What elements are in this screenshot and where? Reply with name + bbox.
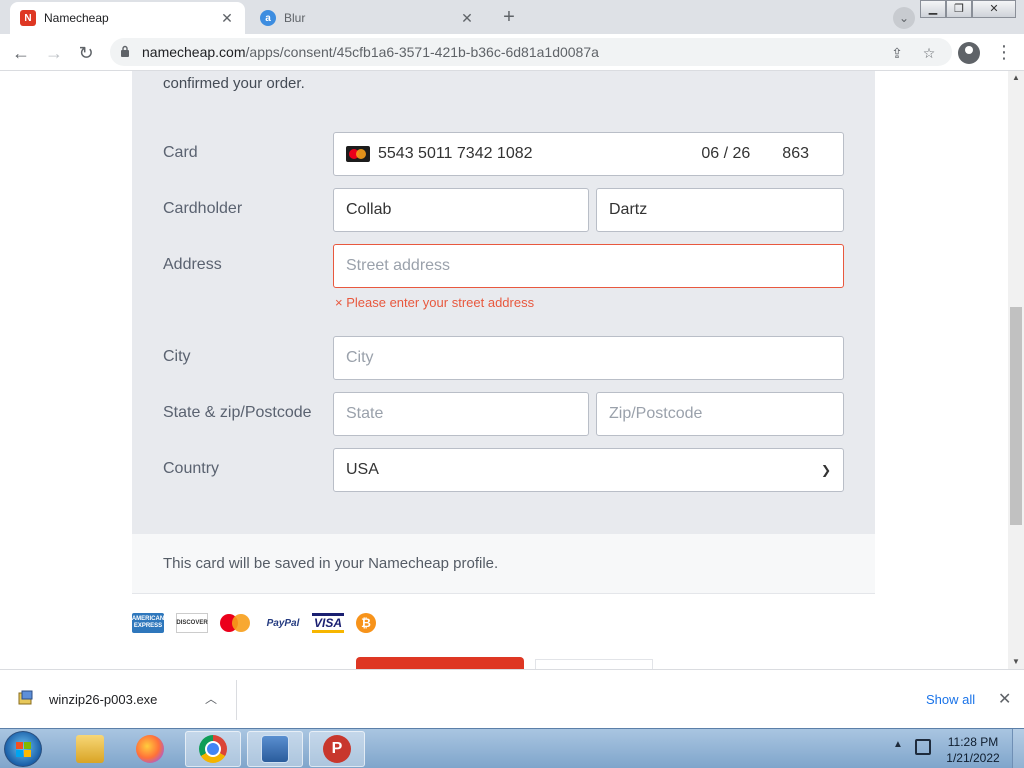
city-placeholder: City — [346, 349, 374, 366]
first-name-value: Collab — [346, 201, 392, 218]
paypal-icon: PayPal — [266, 617, 300, 629]
address-bar[interactable]: namecheap.com/apps/consent/45cfb1a6-3571… — [110, 38, 952, 66]
url-text: namecheap.com/apps/consent/45cfb1a6-3571… — [142, 44, 599, 60]
scrollbar-thumb[interactable] — [1010, 307, 1022, 525]
card-label: Card — [163, 144, 198, 161]
zip-input[interactable]: Zip/Postcode — [596, 392, 844, 436]
installer-file-icon — [18, 690, 33, 705]
remote-desktop-icon — [261, 735, 289, 763]
back-arrow-icon[interactable]: ← — [10, 42, 32, 64]
taskbar-chrome[interactable] — [185, 731, 241, 767]
tab-search-chevron-icon[interactable]: ⌄ — [893, 7, 915, 29]
taskbar-remote-desktop[interactable] — [247, 731, 303, 767]
tray-overflow-icon[interactable]: ▲ — [893, 739, 903, 750]
new-tab-button[interactable]: + — [496, 6, 522, 28]
country-label: Country — [163, 460, 220, 477]
browser-tab-strip: N Namecheap ✕ a Blur ✕ + ⌄ ▁ ❐ ✕ — [0, 0, 1024, 34]
card-number: 5543 5011 7342 1082 — [378, 145, 533, 162]
minimize-button[interactable]: ▁ — [920, 0, 946, 18]
last-name-input[interactable]: Dartz — [596, 188, 844, 232]
payment-form-panel: confirmed your order. Card 5543 5011 734… — [132, 71, 875, 534]
cardholder-label: Cardholder — [163, 200, 243, 217]
chevron-down-icon: ❯ — [820, 463, 831, 477]
window-controls: ▁ ❐ ✕ — [920, 0, 1016, 18]
save-card-note: This card will be saved in your Namechea… — [132, 534, 875, 594]
mastercard-logo-icon — [220, 613, 254, 633]
close-tab-icon[interactable]: ✕ — [459, 10, 475, 27]
close-shelf-icon[interactable]: ✕ — [998, 689, 1011, 709]
address-label: Address — [163, 256, 222, 273]
start-button[interactable] — [4, 731, 42, 767]
profile-avatar-icon[interactable] — [958, 42, 980, 64]
blur-favicon-icon: a — [260, 10, 276, 26]
folder-icon — [76, 735, 104, 763]
taskbar-explorer[interactable] — [62, 731, 118, 767]
bitcoin-icon: ₿ — [356, 613, 376, 633]
network-icon[interactable] — [915, 739, 931, 755]
tab-title: Blur — [284, 11, 306, 25]
save-card-note-text: This card will be saved in your Namechea… — [163, 555, 499, 572]
visa-icon: VISA — [312, 613, 344, 633]
last-name-value: Dartz — [609, 201, 648, 218]
taskbar-firefox[interactable] — [122, 731, 178, 767]
card-cvv: 863 — [782, 145, 809, 162]
order-confirmation-text: confirmed your order. — [163, 75, 305, 92]
windows-logo-icon — [16, 742, 31, 757]
state-zip-label: State & zip/Postcode — [163, 404, 312, 421]
share-icon[interactable]: ⇪ — [888, 44, 906, 62]
bookmark-star-icon[interactable]: ☆ — [920, 44, 938, 62]
browser-menu-icon[interactable]: ⋮ — [995, 42, 1013, 64]
restore-button[interactable]: ❐ — [946, 0, 972, 18]
city-label: City — [163, 348, 191, 365]
close-tab-icon[interactable]: ✕ — [219, 10, 235, 27]
download-shelf: winzip26-p003.exe ︿ Show all ✕ — [0, 669, 1024, 728]
state-input[interactable]: State — [333, 392, 589, 436]
payment-methods: AMERICAN EXPRESS DISCOVER PayPal VISA ₿ — [132, 612, 388, 634]
zip-placeholder: Zip/Postcode — [609, 405, 703, 422]
amex-icon: AMERICAN EXPRESS — [132, 613, 164, 633]
browser-toolbar: ← → ↻ namecheap.com/apps/consent/45cfb1a… — [0, 34, 1024, 71]
shelf-divider — [236, 680, 237, 720]
windows-taskbar: P ▲ 11:28 PM 1/21/2022 — [0, 728, 1024, 768]
address-error-message: × Please enter your street address — [335, 295, 535, 310]
discover-icon: DISCOVER — [176, 613, 208, 633]
chevron-up-icon[interactable]: ︿ — [205, 690, 217, 707]
firefox-icon — [136, 735, 164, 763]
street-address-input[interactable]: Street address — [333, 244, 844, 288]
card-expiry: 06 / 26 — [701, 145, 751, 162]
clock-date: 1/21/2022 — [946, 751, 1000, 765]
window-close-button[interactable]: ✕ — [972, 0, 1016, 18]
mastercard-icon — [346, 146, 370, 162]
taskbar-proton-vpn[interactable]: P — [309, 731, 365, 767]
namecheap-favicon-icon: N — [20, 10, 36, 26]
country-value: USA — [346, 461, 379, 478]
primary-submit-button[interactable] — [356, 657, 524, 669]
lock-icon — [121, 45, 129, 57]
country-select[interactable]: USA ❯ — [333, 448, 844, 492]
scroll-down-arrow-icon[interactable]: ▼ — [1012, 657, 1020, 666]
tab-title: Namecheap — [44, 11, 109, 25]
show-all-downloads-link[interactable]: Show all — [926, 692, 975, 707]
chrome-icon — [199, 735, 227, 763]
page-viewport: confirmed your order. Card 5543 5011 734… — [0, 71, 1008, 669]
tab-namecheap[interactable]: N Namecheap ✕ — [10, 2, 245, 34]
page-scrollbar[interactable]: ▲ ▼ — [1008, 71, 1024, 669]
show-desktop-button[interactable] — [1012, 729, 1024, 768]
system-clock[interactable]: 11:28 PM 1/21/2022 — [940, 734, 1006, 766]
proton-vpn-icon: P — [323, 735, 351, 763]
city-input[interactable]: City — [333, 336, 844, 380]
first-name-input[interactable]: Collab — [333, 188, 589, 232]
card-input[interactable]: 5543 5011 7342 1082 06 / 26 863 — [333, 132, 844, 176]
reload-icon[interactable]: ↻ — [75, 42, 97, 64]
download-filename[interactable]: winzip26-p003.exe — [49, 692, 157, 707]
scroll-up-arrow-icon[interactable]: ▲ — [1012, 73, 1020, 82]
state-placeholder: State — [346, 405, 384, 422]
secondary-button[interactable] — [535, 659, 653, 669]
clock-time: 11:28 PM — [947, 735, 999, 749]
forward-arrow-icon[interactable]: → — [43, 42, 65, 64]
street-address-placeholder: Street address — [346, 257, 451, 274]
tab-blur[interactable]: a Blur ✕ — [250, 2, 485, 34]
